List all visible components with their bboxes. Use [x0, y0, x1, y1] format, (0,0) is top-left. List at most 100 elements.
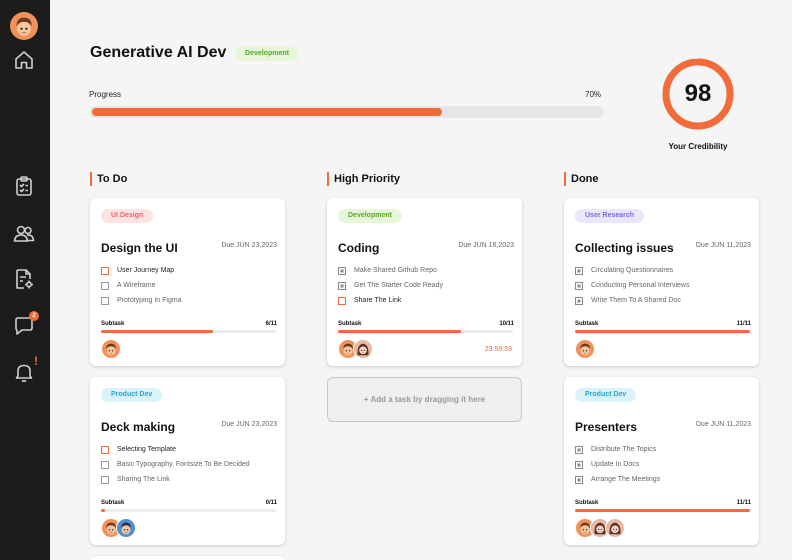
- add-task-drop-zone[interactable]: + Add a task by dragging it here: [327, 377, 522, 422]
- card-due-date: Due JUN 23,2023: [221, 242, 277, 249]
- subtask-progress-bar: [101, 330, 276, 333]
- chat-bubble-icon[interactable]: 2: [12, 311, 39, 338]
- subtask-count: 0/11: [265, 500, 277, 506]
- card-title: Coding: [338, 241, 380, 255]
- card-tag: Product Dev: [575, 388, 637, 402]
- project-progress-bar: [90, 106, 604, 118]
- task-checkbox[interactable]: [575, 475, 583, 484]
- bell-alert-icon: !: [34, 354, 38, 368]
- main-content: Generative AI Dev Development Progress 7…: [50, 0, 792, 560]
- subtask-label: Subtask: [101, 321, 125, 327]
- task-checkbox[interactable]: [101, 475, 109, 484]
- task-checkbox[interactable]: [101, 445, 109, 454]
- assignee-avatars: [575, 339, 595, 359]
- clipboard-list-icon[interactable]: [12, 174, 36, 198]
- avatar[interactable]: [575, 339, 595, 359]
- task-item[interactable]: Basic Typography, Fontsize To Be Decided: [101, 457, 276, 472]
- subtask-count: 10/11: [499, 321, 514, 327]
- task-checkbox[interactable]: [575, 266, 583, 275]
- assignee-avatars: [101, 339, 121, 359]
- subtask-progress-fill: [575, 509, 750, 512]
- task-item[interactable]: Sharing The Link: [101, 472, 276, 487]
- task-checkbox[interactable]: [338, 281, 346, 290]
- avatar[interactable]: [101, 339, 121, 359]
- task-card[interactable]: Product Dev Presenters Due JUN 11,2023 D…: [564, 377, 759, 545]
- subtask-progress-bar: [575, 330, 750, 333]
- task-card[interactable]: Product Dev Deck making Due JUN 23,2023 …: [90, 377, 285, 545]
- subtask-progress-fill: [101, 509, 105, 512]
- card-due-date: Due JUN 23,2023: [221, 421, 277, 428]
- task-checkbox[interactable]: [101, 296, 109, 305]
- task-item[interactable]: Conducting Personal Interviews: [575, 278, 750, 293]
- task-item[interactable]: A Wireframe: [101, 278, 276, 293]
- task-item[interactable]: Write Them To A Shared Doc: [575, 293, 750, 308]
- chat-badge: 2: [29, 311, 39, 321]
- credibility-label: Your Credibility: [668, 142, 728, 151]
- avatar[interactable]: [116, 518, 136, 538]
- subtask-label: Subtask: [575, 321, 599, 327]
- task-card[interactable]: [90, 556, 285, 560]
- card-tag: Product Dev: [101, 388, 163, 402]
- card-tag: User Research: [575, 209, 645, 223]
- assignee-avatars: [101, 518, 136, 538]
- bell-icon[interactable]: !: [12, 355, 38, 384]
- countdown-timer: 23:59:59: [484, 346, 512, 353]
- subtask-progress-bar: [338, 330, 513, 333]
- document-settings-icon[interactable]: [12, 267, 36, 291]
- task-item[interactable]: Selecting Template: [101, 442, 276, 457]
- card-title: Presenters: [575, 420, 638, 434]
- card-title: Design the UI: [101, 241, 178, 255]
- project-title: Generative AI Dev: [90, 44, 227, 61]
- avatar[interactable]: [353, 339, 373, 359]
- assignee-avatars: [338, 339, 373, 359]
- subtask-count: 6/11: [265, 321, 277, 327]
- task-checkbox[interactable]: [101, 266, 109, 275]
- card-due-date: Due JUN 11,2023: [695, 421, 751, 428]
- task-checkbox[interactable]: [575, 445, 583, 454]
- column-header-high-priority: High Priority: [327, 172, 400, 186]
- task-item[interactable]: Update In Docs: [575, 457, 750, 472]
- project-progress-fill: [92, 108, 442, 116]
- subtask-progress-bar: [575, 509, 750, 512]
- subtask-progress-fill: [575, 330, 750, 333]
- subtask-label: Subtask: [101, 500, 125, 506]
- subtask-count: 11/11: [736, 321, 751, 327]
- subtask-count: 11/11: [736, 500, 751, 506]
- task-item[interactable]: Make Shared Github Repo: [338, 263, 513, 278]
- task-checkbox[interactable]: [575, 296, 583, 305]
- task-card[interactable]: UI Design Design the UI Due JUN 23,2023 …: [90, 198, 285, 366]
- avatar[interactable]: [605, 518, 625, 538]
- task-checkbox[interactable]: [575, 281, 583, 290]
- task-card[interactable]: Development Coding Due JUN 16,2023 Make …: [327, 198, 522, 366]
- task-item[interactable]: User Journey Map: [101, 263, 276, 278]
- assignee-avatars: [575, 518, 625, 538]
- task-checkbox[interactable]: [101, 281, 109, 290]
- user-avatar[interactable]: [10, 12, 38, 40]
- task-checkbox[interactable]: [338, 266, 346, 275]
- subtask-label: Subtask: [338, 321, 362, 327]
- card-due-date: Due JUN 16,2023: [458, 242, 514, 249]
- task-checkbox[interactable]: [575, 460, 583, 469]
- task-item[interactable]: Arrange The Meetings: [575, 472, 750, 487]
- task-checkbox[interactable]: [101, 460, 109, 469]
- progress-label: Progress: [89, 90, 122, 99]
- task-item[interactable]: Circulating Questionnaires: [575, 263, 750, 278]
- task-item[interactable]: Get The Starter Code Ready: [338, 278, 513, 293]
- users-icon[interactable]: [12, 221, 36, 245]
- task-checkbox[interactable]: [338, 296, 346, 305]
- home-icon[interactable]: [12, 48, 36, 72]
- task-item[interactable]: Prototyping In Figma: [101, 293, 276, 308]
- subtask-progress-bar: [101, 509, 276, 512]
- task-item[interactable]: Share The Link: [338, 293, 513, 308]
- task-item[interactable]: Distribute The Topics: [575, 442, 750, 457]
- subtask-progress-fill: [338, 330, 461, 333]
- card-title: Deck making: [101, 420, 176, 434]
- card-tag: UI Design: [101, 209, 154, 223]
- card-tag: Development: [338, 209, 402, 223]
- credibility-score: 98: [684, 80, 712, 107]
- subtask-label: Subtask: [575, 500, 599, 506]
- card-title: Collecting issues: [575, 241, 674, 255]
- task-card[interactable]: User Research Collecting issues Due JUN …: [564, 198, 759, 366]
- column-header-todo: To Do: [90, 172, 127, 186]
- card-due-date: Due JUN 11,2023: [695, 242, 751, 249]
